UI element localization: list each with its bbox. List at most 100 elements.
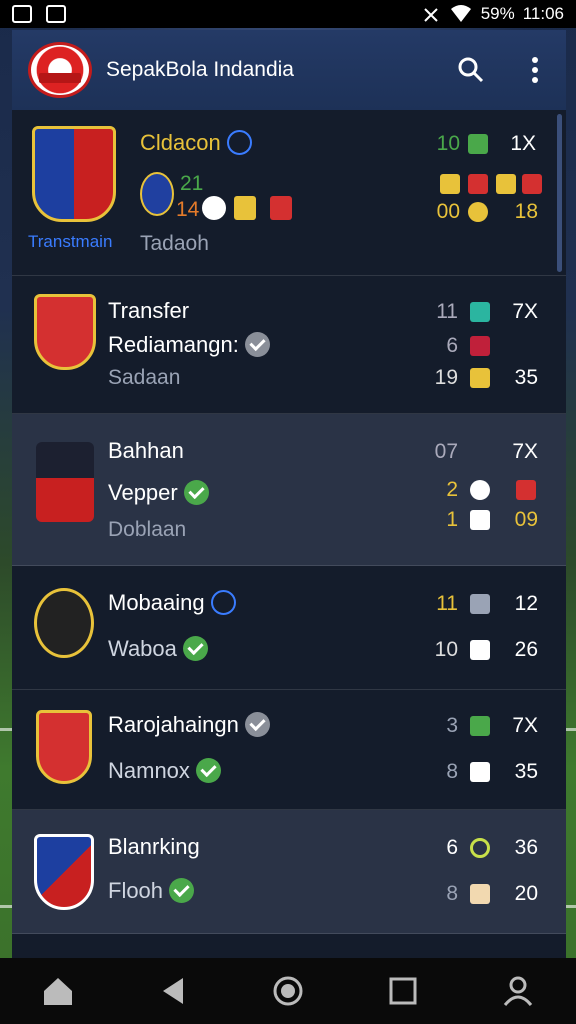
status-time: 11:06: [522, 4, 564, 23]
stat-value: 3: [446, 714, 458, 737]
team-name: Cldacon: [140, 129, 252, 157]
team-subtitle: Vepper: [108, 479, 209, 507]
status-bar: 59% 11:06: [0, 0, 576, 28]
stat-value: 20: [514, 882, 538, 905]
stat-value: 6: [446, 334, 458, 357]
drop-icon: [468, 202, 488, 222]
club-logo-icon: [234, 196, 256, 220]
stat-value: 07: [434, 440, 458, 463]
star-icon: [470, 594, 490, 614]
search-icon: [458, 57, 484, 83]
stat-value: 2: [446, 478, 458, 501]
stat-value: 1X: [510, 132, 536, 155]
scrollbar[interactable]: [557, 114, 562, 272]
notification-icon: [12, 5, 32, 23]
team-list: Transtmain Cldacon 21 14 Tadaoh 10 1X 00…: [12, 110, 566, 958]
more-options-button[interactable]: [520, 55, 550, 85]
stat-value: 18: [514, 200, 538, 223]
list-item[interactable]: Bahhan Vepper Doblaan 07 7X 2 1 09: [12, 414, 566, 566]
list-item[interactable]: Mobaaing Waboa 11 12 10 26: [12, 566, 566, 690]
app-title: SepakBola Indandia: [106, 58, 294, 81]
stat-value: 19: [434, 366, 458, 389]
list-item[interactable]: Rarojahaingn Namnox 3 7X 8 35: [12, 690, 566, 810]
verified-icon: [182, 635, 208, 661]
team-crest: [32, 126, 116, 222]
app-logo: [28, 42, 92, 98]
stat-value: 1: [446, 508, 458, 531]
verified-icon: [226, 129, 252, 155]
team-name: Mobaaing: [108, 589, 236, 617]
card-icon: [470, 640, 490, 660]
star-icon: [468, 174, 488, 194]
stat-value: 26: [514, 638, 538, 661]
team-crest: [34, 588, 94, 658]
shield-icon: [468, 134, 488, 154]
team-detail: Doblaan: [108, 518, 187, 541]
home-circle-button[interactable]: [266, 969, 310, 1013]
home-icon: [43, 978, 72, 1005]
system-nav-bar: [0, 958, 576, 1024]
verified-icon: [210, 589, 236, 615]
verified-icon: [183, 479, 209, 505]
stat-value: 36: [514, 836, 538, 859]
club-logo-icon: [470, 480, 490, 500]
shield-icon: [470, 302, 490, 322]
stat-value: 11: [436, 300, 458, 323]
club-logo-icon: [202, 196, 226, 220]
verified-icon: [244, 331, 270, 357]
team-subtitle: Namnox: [108, 757, 221, 785]
stat-value: 10: [434, 638, 458, 661]
player-photo: [36, 442, 94, 522]
club-logo-icon: [270, 196, 292, 220]
stat-value: 35: [514, 760, 538, 783]
team-subtitle: Flooh: [108, 877, 195, 905]
team-subtitle: Rediamangn:: [108, 331, 270, 359]
wifi-icon: [450, 5, 471, 22]
profile-button[interactable]: [496, 969, 540, 1013]
more-vert-icon: [532, 57, 538, 83]
list-item[interactable]: [12, 934, 566, 958]
stat-value: 10: [436, 132, 460, 155]
search-button[interactable]: [456, 55, 486, 85]
team-name: Transfer: [108, 298, 190, 323]
team-subtitle: Waboa: [108, 635, 208, 663]
stat-value: 8: [446, 760, 458, 783]
profile-icon: [504, 976, 533, 1006]
card-icon: [470, 762, 490, 782]
stat-value: 7X: [512, 440, 538, 463]
app-bar: SepakBola Indandia: [12, 30, 566, 110]
home-circle-icon: [273, 976, 303, 1006]
club-logo-icon: [140, 172, 174, 216]
team-name: Bahhan: [108, 438, 184, 463]
star-icon: [516, 480, 536, 500]
target-icon: [470, 838, 490, 858]
stat-value: 21: [180, 172, 204, 195]
verified-icon: [169, 877, 195, 903]
stat-value: 7X: [512, 714, 538, 737]
star-icon: [440, 174, 460, 194]
team-subtitle: Tadaoh: [140, 232, 209, 255]
team-crest: [34, 834, 94, 910]
stat-value: 6: [446, 836, 458, 859]
stat-value: 35: [514, 366, 538, 389]
back-button[interactable]: [151, 969, 195, 1013]
mute-icon: [423, 8, 438, 22]
list-item[interactable]: Blanrking Flooh 6 36 8 20: [12, 810, 566, 934]
shield-icon: [470, 716, 490, 736]
card-icon: [470, 884, 490, 904]
list-item[interactable]: Transfer Rediamangn: Sadaan 11 7X 6 19 3…: [12, 276, 566, 414]
team-detail: Sadaan: [108, 366, 181, 389]
star-icon: [496, 174, 516, 194]
list-item[interactable]: Transtmain Cldacon 21 14 Tadaoh 10 1X 00…: [12, 110, 566, 276]
team-name: Rarojahaingn: [108, 711, 270, 739]
home-nav-button[interactable]: [36, 969, 80, 1013]
team-name: Blanrking: [108, 834, 200, 859]
stat-value: 14: [176, 198, 200, 221]
crest-caption: Transtmain: [28, 232, 113, 251]
recents-icon: [389, 977, 417, 1005]
flag-icon: [470, 336, 490, 356]
card-icon: [470, 510, 490, 530]
recents-button[interactable]: [381, 969, 425, 1013]
team-crest: [36, 710, 92, 784]
stat-value: 09: [514, 508, 538, 531]
